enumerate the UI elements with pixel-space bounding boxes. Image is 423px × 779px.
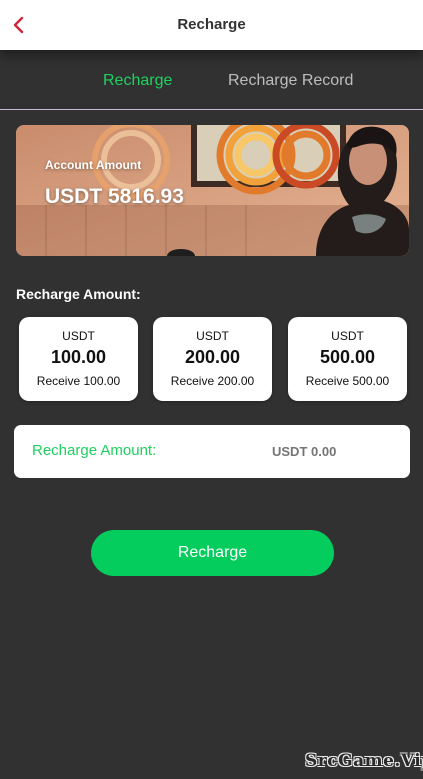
top-app-bar: Recharge [0,0,423,50]
account-balance: USDT 5816.93 [45,185,184,208]
option-receive: Receive 500.00 [305,374,390,388]
recharge-submit-button[interactable]: Recharge [91,530,334,576]
tab-bar: Recharge Recharge Record [0,52,423,110]
amount-option-100[interactable]: USDT 100.00 Receive 100.00 [19,317,138,401]
tab-recharge-record[interactable]: Recharge Record [228,72,353,90]
option-currency: USDT [331,329,364,343]
recharge-amount-input[interactable] [272,444,362,459]
page-title: Recharge [177,16,246,33]
option-receive: Receive 200.00 [170,374,255,388]
account-amount-label: Account Amount [45,158,142,172]
option-currency: USDT [196,329,229,343]
recharge-amount-field[interactable]: Recharge Amount: [14,425,410,478]
option-receive: Receive 100.00 [36,374,121,388]
account-banner: Account Amount USDT 5816.93 [16,125,409,256]
option-amount: 100.00 [50,347,107,367]
watermark: SrcGame.Vip [305,751,423,771]
recharge-amount-field-label: Recharge Amount: [32,442,157,459]
option-amount: 500.00 [319,347,376,367]
option-currency: USDT [62,329,95,343]
amount-option-200[interactable]: USDT 200.00 Receive 200.00 [153,317,272,401]
recharge-amount-heading: Recharge Amount: [16,286,141,302]
amount-option-500[interactable]: USDT 500.00 Receive 500.00 [288,317,407,401]
tab-recharge[interactable]: Recharge [103,72,172,90]
option-amount: 200.00 [184,347,241,367]
